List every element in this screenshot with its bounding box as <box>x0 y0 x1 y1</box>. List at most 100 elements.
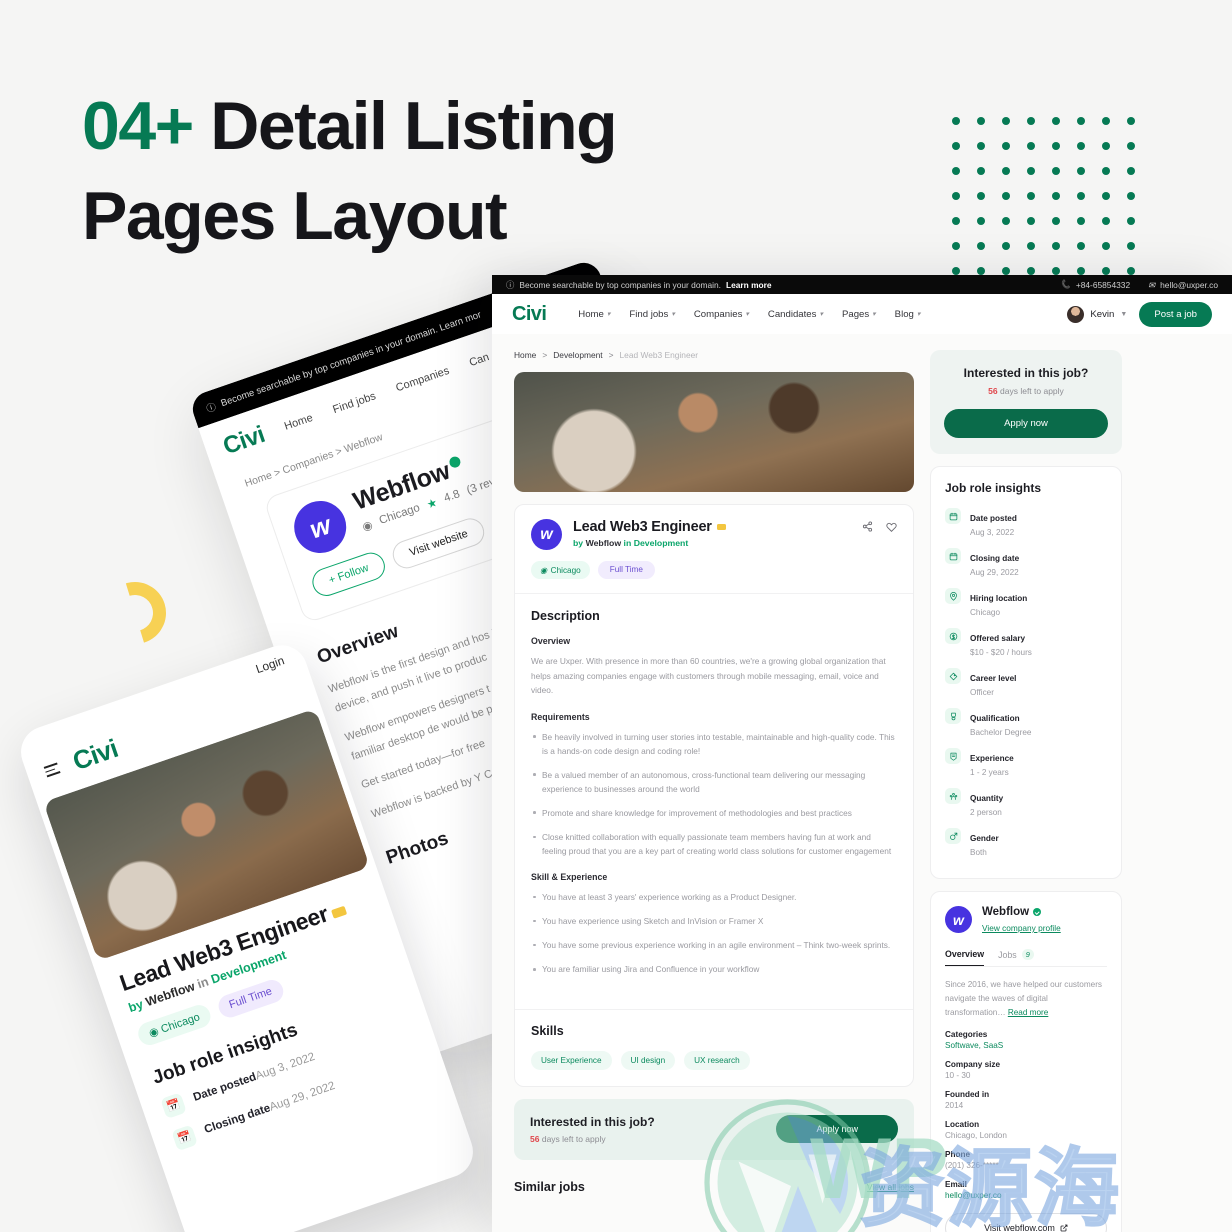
post-a-job-button[interactable]: Post a job <box>1139 301 1212 327</box>
map-pin-icon: ◉ <box>360 519 375 534</box>
insight-value: Bachelor Degree <box>970 728 1032 737</box>
page-title-count: 04+ <box>82 88 194 164</box>
map-pin-icon: ◉ <box>540 566 548 575</box>
skill-experience-list: You have at least 3 years' experience wo… <box>531 890 897 976</box>
company-field-value: hello@uxper.co <box>945 1190 1002 1200</box>
requirements-heading: Requirements <box>531 711 590 722</box>
skills-section: Skills User Experience UI design UX resear… <box>515 1008 913 1086</box>
dot <box>977 142 985 150</box>
insight-row: Hiring location Chicago <box>945 588 1107 617</box>
apply-now-button[interactable]: Apply now <box>944 409 1108 438</box>
insight-row: Date posted Aug 3, 2022 <box>945 508 1107 537</box>
view-company-profile-link[interactable]: View company profile <box>982 923 1061 933</box>
nav-item-candidates[interactable]: Candidates ▾ <box>768 309 823 320</box>
cta-heading: Interested in this job? <box>963 366 1089 380</box>
insight-row: Closing date Aug 29, 2022 <box>945 548 1107 577</box>
company-field-value: Chicago, London <box>945 1130 1007 1140</box>
nav-item-pages[interactable]: Pages ▾ <box>842 309 876 320</box>
chevron-down-icon: ▾ <box>606 311 611 318</box>
insight-row: Career level Officer <box>945 668 1107 697</box>
job-detail-card: w Lead Web3 Engineer by Webflow in Devel… <box>514 504 914 1087</box>
dot <box>952 192 960 200</box>
nav-item-companies[interactable]: Companies ▾ <box>694 309 749 320</box>
tablet-logo[interactable]: Civi <box>220 421 269 461</box>
skill-chip[interactable]: UX research <box>684 1050 750 1070</box>
hamburger-menu-icon[interactable] <box>43 762 61 778</box>
breadcrumb: Home > Development > Lead Web3 Engineer <box>514 350 914 360</box>
tablet-company-avatar: w <box>287 493 354 561</box>
main-column: Home > Development > Lead Web3 Engineer … <box>514 350 914 1232</box>
diamond-icon <box>945 668 961 684</box>
requirement-item: Close knitted collaboration with equally… <box>531 830 897 858</box>
visit-website-button[interactable]: Visit webflow.com <box>945 1212 1107 1232</box>
breadcrumb-category[interactable]: Development <box>553 350 602 360</box>
dot <box>1077 142 1085 150</box>
company-field-value: Softwave, SaaS <box>945 1040 1004 1050</box>
insight-row: Experience 1 - 2 years <box>945 748 1107 777</box>
read-more-link[interactable]: Read more <box>1008 1008 1049 1017</box>
skill-chip[interactable]: UI design <box>620 1050 676 1070</box>
dot <box>1077 217 1085 225</box>
phone-logo[interactable]: Civi <box>69 733 122 777</box>
crown-icon <box>716 524 726 530</box>
dot <box>977 117 985 125</box>
contact-phone[interactable]: 📞 +84-65854332 <box>1060 279 1130 290</box>
insight-value: Chicago <box>970 608 1001 617</box>
chevron-down-icon: ▾ <box>916 311 921 318</box>
job-hero-image <box>514 372 914 492</box>
user-menu[interactable]: Kevin ▼ <box>1067 305 1127 323</box>
nav-item-find-jobs[interactable]: Find jobs ▾ <box>629 309 674 320</box>
star-icon: ★ <box>425 496 440 512</box>
view-all-jobs-link[interactable]: View all jobs <box>867 1182 914 1192</box>
tab-jobs[interactable]: Jobs 9 <box>998 949 1034 966</box>
insight-value: Both <box>970 848 987 857</box>
dot <box>952 217 960 225</box>
company-field-key: Company size <box>945 1059 1001 1069</box>
dot <box>1077 192 1085 200</box>
people-icon <box>945 788 961 804</box>
breadcrumb-current: Lead Web3 Engineer <box>619 350 699 360</box>
dot <box>977 242 985 250</box>
dot <box>1127 242 1135 250</box>
dot <box>1027 267 1035 275</box>
share-icon[interactable] <box>862 519 873 537</box>
breadcrumb-home[interactable]: Home <box>514 350 536 360</box>
announcement-text: Become searchable by top companies in yo… <box>519 279 721 290</box>
company-field: Location Chicago, London <box>945 1120 1107 1140</box>
tablet-nav-item-findjobs[interactable]: Find jobs <box>331 390 377 416</box>
dot <box>1127 192 1135 200</box>
dot <box>977 167 985 175</box>
skill-experience-item: You have some previous experience workin… <box>531 938 897 952</box>
insight-label: Date posted <box>970 514 1017 523</box>
tablet-follow-button[interactable]: + Follow <box>308 548 389 600</box>
mail-icon: ✉ <box>1148 279 1156 290</box>
dot <box>1127 142 1135 150</box>
jobs-count-badge: 9 <box>1021 949 1034 960</box>
insights-list: Date posted Aug 3, 2022 Closing date Aug 29… <box>945 508 1107 857</box>
tablet-nav-item-companies[interactable]: Companies <box>394 365 451 394</box>
skill-chip[interactable]: User Experience <box>531 1050 612 1070</box>
dot <box>1127 267 1135 275</box>
nav-item-home[interactable]: Home ▾ <box>578 309 610 320</box>
tab-overview[interactable]: Overview <box>945 949 985 966</box>
dot <box>1102 117 1110 125</box>
heart-icon[interactable] <box>886 519 897 537</box>
tablet-nav-item-home[interactable]: Home <box>283 412 315 433</box>
company-field-key: Categories <box>945 1029 988 1039</box>
brand-logo[interactable]: Civi <box>512 303 547 326</box>
tablet-nav-item-candidates[interactable]: Can <box>468 351 491 369</box>
company-tabs: Overview Jobs 9 <box>945 949 1107 967</box>
nav-item-blog[interactable]: Blog ▾ <box>895 309 921 320</box>
dot <box>1052 242 1060 250</box>
skill-chip-list: User Experience UI design UX research <box>531 1050 897 1070</box>
company-fields: Categories Softwave, SaaS Company size 10 -… <box>945 1030 1107 1200</box>
company-field: Founded in 2014 <box>945 1090 1107 1110</box>
inline-apply-now-button[interactable]: Apply now <box>776 1115 898 1144</box>
contact-email[interactable]: ✉ hello@uxper.co <box>1148 280 1218 290</box>
dot <box>1052 217 1060 225</box>
chevron-down-icon: ▾ <box>745 311 749 318</box>
verified-icon <box>448 455 463 470</box>
calendar-icon <box>945 548 961 564</box>
learn-more-link[interactable]: Learn more <box>726 280 772 290</box>
phone-tag-type: Full Time <box>215 977 287 1021</box>
